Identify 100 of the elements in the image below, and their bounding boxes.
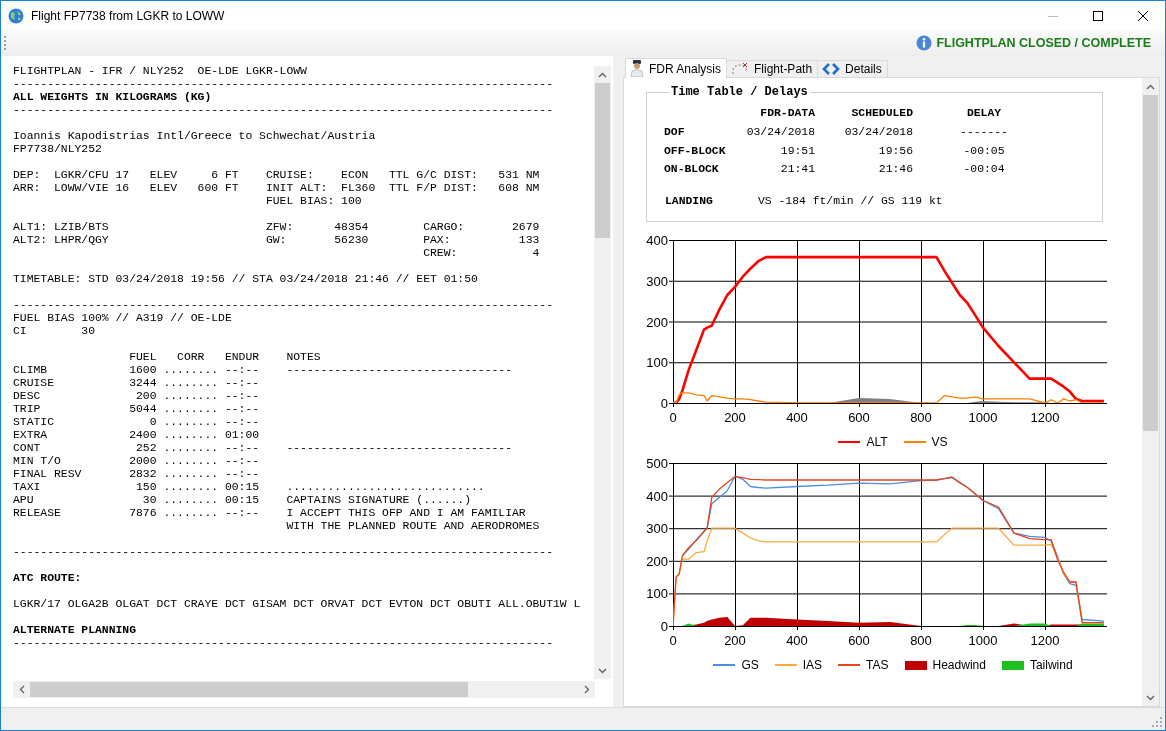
tab[interactable]: Flight-Path: [726, 60, 819, 78]
table-cell: 21:41: [780, 163, 815, 175]
table-cell: 19:56: [878, 145, 913, 157]
table-cell: VS -184 ft/min // GS 119 kt: [758, 195, 943, 207]
document-line: RELEASE 7876 ........ --:-- I ACCEPT THIS OFP AND I AM FAMILIAR: [13, 507, 527, 520]
chevron-down-icon[interactable]: [598, 667, 607, 674]
document-line: WITH THE PLANNED ROUTE AND AERODROMES: [285, 520, 541, 533]
group-title: Time Table / Delays: [670, 85, 809, 99]
tick-label: 400: [786, 410, 808, 424]
legend-label: TAS: [866, 658, 889, 672]
legend-label: GS: [741, 658, 759, 672]
document-line: TRIP 5044 ........ --:--: [13, 403, 261, 416]
document-line: TIMETABLE: STD 03/24/2018 19:56 // STA 03/24/2018 21:46 // EET 01:50: [13, 273, 479, 286]
legend-label: VS: [931, 435, 948, 449]
document-line: FUEL BIAS: 100: [264, 195, 363, 208]
document-line: CONT 252 ........ --:-- ---------------------------------: [13, 442, 513, 455]
document-line: STATIC 0 ........ --:--: [13, 416, 261, 429]
table-cell: -00:04: [963, 163, 1005, 175]
legend-label: ALT: [866, 435, 888, 449]
tick-label: 100: [646, 355, 668, 371]
tick-label: 0: [660, 396, 668, 411]
chevron-left-icon[interactable]: [18, 685, 25, 694]
horizontal-scrollbar[interactable]: [13, 681, 595, 698]
document-line: -------------------------------------------------------------------------------: [13, 546, 554, 559]
tick-label: 1000: [968, 410, 998, 424]
document-line: -------------------------------------------------------------------------------: [13, 104, 554, 117]
document-line: -------------------------------------------------------------------------------: [13, 299, 554, 312]
table-cell: -------: [960, 126, 1008, 138]
document-line: LGKR/17 OLGA2B OLGAT DCT CRAYE DCT GISAM DCT ORVAT DCT EVTON DCT OBUTI ALL.OBUT1W L: [13, 598, 582, 611]
document-line: ALT2: LHPR/QGY GW: 56230 PAX: 133: [13, 234, 541, 247]
legend-label: Headwind: [932, 658, 986, 672]
tick-label: 100: [646, 586, 668, 602]
chevron-up-icon[interactable]: [598, 71, 607, 78]
document-line: FLIGHTPLAN - IFR / NLY252 OE-LDE LGKR-LOWW: [13, 65, 308, 78]
document-line: DESC 200 ........ --:--: [13, 390, 261, 403]
tick-label: 0: [660, 619, 668, 634]
document-line: FUEL CORR ENDUR NOTES: [128, 351, 322, 364]
table-cell: 19:51: [780, 145, 815, 157]
column-header: DELAY: [966, 107, 1002, 119]
scrollbar-thumb[interactable]: [1143, 95, 1158, 431]
document-heading: ALL WEIGHTS IN KILOGRAMS (KG): [13, 91, 213, 104]
vertical-scrollbar[interactable]: [1142, 78, 1159, 706]
tick-label: 1200: [1030, 410, 1060, 424]
dashed-path-icon: [731, 62, 750, 76]
tick-label: 0: [669, 633, 677, 647]
document-line: ARR: LOWW/VIE 16 ELEV 600 FT INIT ALT: FL360 TTL F/P DIST: 608 NM: [13, 182, 541, 195]
document-line: CRUISE 3244 ........ --:--: [13, 377, 261, 390]
document-line: CREW: 4: [422, 247, 541, 260]
row-label: DOF: [664, 126, 685, 138]
legend-label: IAS: [802, 658, 823, 672]
table-cell: 21:46: [878, 163, 913, 175]
document-line: FINAL RESV 2832 ........ --:--: [13, 468, 261, 481]
tab[interactable]: FDR Analysis: [625, 58, 728, 78]
document-line: EXTRA 2400 ........ 01:00: [13, 429, 261, 442]
resize-grip-icon[interactable]: [1152, 717, 1163, 728]
grip-icon[interactable]: [4, 35, 7, 51]
chevron-right-icon[interactable]: [583, 685, 590, 694]
document-line: MIN T/O 2000 ........ --:--: [13, 455, 261, 468]
vertical-scrollbar[interactable]: [594, 66, 611, 679]
tick-label: 800: [910, 410, 932, 424]
window-title: Flight FP7738 from LGKR to LOWW: [31, 8, 225, 23]
scrollbar-thumb[interactable]: [595, 83, 610, 238]
document-heading: ATC ROUTE:: [13, 572, 83, 585]
table-cell: 03/24/2018: [746, 126, 815, 138]
document-heading: ALTERNATE PLANNING: [13, 624, 138, 637]
chevron-down-icon[interactable]: [1146, 694, 1155, 701]
document-line: FUEL BIAS 100% // A319 // OE-LDE: [13, 312, 233, 325]
tick-label: 200: [646, 553, 668, 569]
document-line: CLIMB 1600 ........ --:-- ---------------------------------: [13, 364, 513, 377]
document-line: TAXI 150 ........ 00:15 .............................: [13, 481, 486, 494]
chevron-up-icon[interactable]: [1146, 83, 1155, 90]
tick-label: 400: [646, 488, 668, 504]
globe-icon: [8, 7, 24, 24]
tick-label: 600: [848, 633, 870, 647]
scrollbar-thumb[interactable]: [30, 682, 468, 697]
legend-label: Tailwind: [1029, 658, 1073, 672]
document-line: -------------------------------------------------------------------------------: [13, 637, 554, 650]
document-line: Ioannis Kapodistrias Intl/Greece to Schwechat/Austria: [13, 130, 377, 143]
legend-swatch: [904, 660, 927, 670]
tab[interactable]: Details: [817, 60, 888, 78]
legend-swatch: [1001, 660, 1024, 670]
chevrons-icon: [822, 63, 841, 75]
column-header: SCHEDULED: [851, 107, 913, 119]
tick-label: 0: [669, 410, 677, 424]
table-cell: -00:05: [963, 145, 1005, 157]
table-cell: 03/24/2018: [844, 126, 913, 138]
row-label: LANDING: [665, 195, 714, 207]
person-icon: [630, 60, 644, 77]
close-icon: [1137, 10, 1148, 21]
maximize-icon: [1092, 10, 1103, 21]
column-header: FDR-DATA: [760, 107, 815, 119]
row-label: OFF-BLOCK: [664, 145, 726, 157]
tick-label: 400: [646, 233, 668, 248]
tick-label: 1200: [1030, 633, 1060, 647]
tick-label: 200: [646, 314, 668, 330]
status-message: FLIGHTPLAN CLOSED / COMPLETE: [936, 36, 1151, 50]
tick-label: 400: [786, 633, 808, 647]
tick-label: 300: [646, 273, 668, 289]
document-line: ALT1: LZIB/BTS ZFW: 48354 CARGO: 2679: [13, 221, 541, 234]
document-line: CI 30: [13, 325, 97, 338]
